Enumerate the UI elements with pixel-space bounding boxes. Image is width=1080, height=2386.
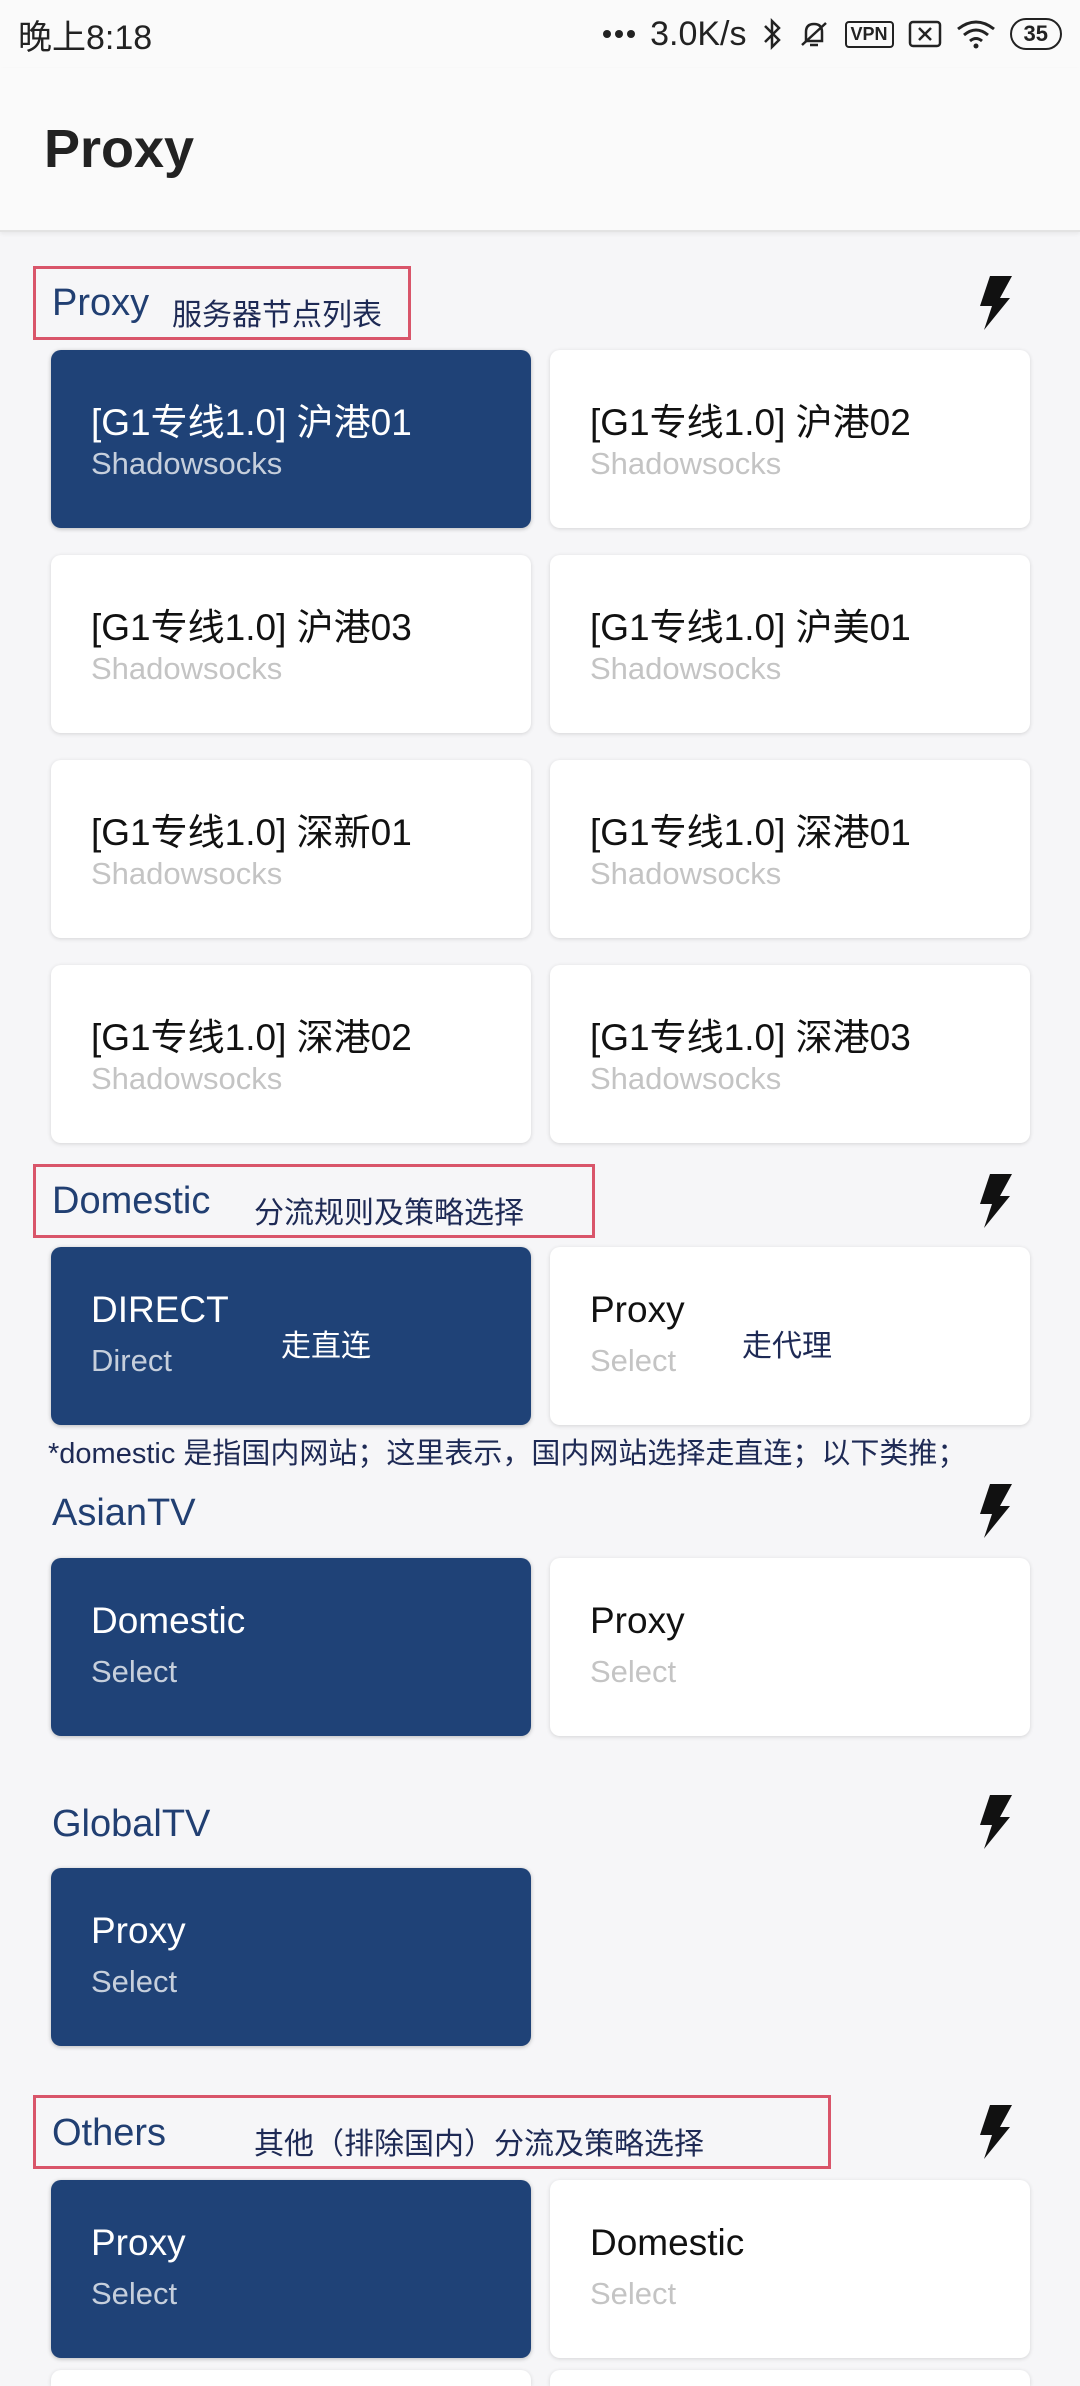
- section-title-asiantv: AsianTV: [52, 1492, 196, 1534]
- proxy-name: [G1专线1.0] 深港02: [91, 1017, 412, 1058]
- latency-test-icon[interactable]: [978, 276, 1012, 330]
- proxy-name: [G1专线1.0] 沪港03: [91, 607, 412, 648]
- proxy-card-4[interactable]: [G1专线1.0] 沪美01 Shadowsocks: [550, 555, 1030, 733]
- policy-name: Proxy: [91, 1910, 186, 1951]
- status-time: 晚上8:18: [18, 18, 153, 57]
- latency-test-icon[interactable]: [978, 1484, 1012, 1538]
- card-annotation: 走代理: [742, 1330, 832, 1363]
- asiantv-card-domestic[interactable]: Domestic Select: [51, 1558, 531, 1736]
- others-card-domestic[interactable]: Domestic Select: [550, 2180, 1030, 2358]
- proxy-type: Shadowsocks: [590, 446, 782, 481]
- proxy-name: [G1专线1.0] 深港01: [590, 812, 911, 853]
- latency-test-icon[interactable]: [978, 1795, 1012, 1849]
- app-bar: Proxy: [0, 68, 1080, 232]
- policy-type: Select: [590, 2276, 677, 2311]
- proxy-card-2[interactable]: [G1专线1.0] 沪港02 Shadowsocks: [550, 350, 1030, 528]
- network-speed: 3.0K/s: [650, 14, 747, 53]
- proxy-card-1[interactable]: [G1专线1.0] 沪港01 Shadowsocks: [51, 350, 531, 528]
- proxy-name: [G1专线1.0] 沪港02: [590, 402, 911, 443]
- latency-test-icon[interactable]: [978, 1174, 1012, 1228]
- proxy-name: [G1专线1.0] 深新01: [91, 812, 412, 853]
- proxy-card-5[interactable]: [G1专线1.0] 深新01 Shadowsocks: [51, 760, 531, 938]
- section-title-proxy: Proxy: [52, 282, 150, 324]
- latency-test-icon[interactable]: [978, 2105, 1012, 2159]
- proxy-card-7[interactable]: [G1专线1.0] 深港02 Shadowsocks: [51, 965, 531, 1143]
- asiantv-card-proxy[interactable]: Proxy Select: [550, 1558, 1030, 1736]
- policy-type: Select: [91, 1964, 178, 1999]
- policy-type: Direct: [91, 1343, 172, 1378]
- annotation-domestic: 分流规则及策略选择: [254, 1197, 524, 1230]
- proxy-type: Shadowsocks: [590, 651, 782, 686]
- proxy-name: [G1专线1.0] 沪美01: [590, 607, 911, 648]
- proxy-type: Shadowsocks: [590, 856, 782, 891]
- policy-name: Proxy: [91, 2222, 186, 2263]
- vpn-icon: VPN: [844, 20, 894, 48]
- policy-name: Domestic: [590, 2222, 745, 2263]
- card-annotation: 走直连: [281, 1330, 371, 1363]
- partial-card[interactable]: [550, 2370, 1030, 2386]
- signal-dots-icon: [602, 29, 636, 39]
- annotation-others: 其他（排除国内）分流及策略选择: [254, 2128, 704, 2161]
- proxy-card-3[interactable]: [G1专线1.0] 沪港03 Shadowsocks: [51, 555, 531, 733]
- no-sim-icon: [908, 20, 942, 48]
- proxy-type: Shadowsocks: [590, 1061, 782, 1096]
- proxy-type: Shadowsocks: [91, 1061, 283, 1096]
- domestic-footnote: *domestic 是指国内网站；这里表示，国内网站选择走直连；以下类推；: [48, 1438, 967, 1470]
- policy-name: DIRECT: [91, 1289, 229, 1330]
- policy-name: Domestic: [91, 1600, 246, 1641]
- annotation-proxy: 服务器节点列表: [172, 299, 382, 332]
- globaltv-card-proxy[interactable]: Proxy Select: [51, 1868, 531, 2046]
- proxy-type: Shadowsocks: [91, 446, 283, 481]
- proxy-name: [G1专线1.0] 沪港01: [91, 402, 412, 443]
- proxy-type: Shadowsocks: [91, 856, 283, 891]
- policy-type: Select: [590, 1343, 677, 1378]
- others-card-proxy[interactable]: Proxy Select: [51, 2180, 531, 2358]
- policy-type: Select: [590, 1654, 677, 1689]
- wifi-icon: [956, 19, 996, 49]
- policy-name: Proxy: [590, 1289, 685, 1330]
- page-title: Proxy: [44, 119, 195, 179]
- mute-icon: [797, 17, 831, 51]
- domestic-card-proxy[interactable]: Proxy Select 走代理: [550, 1247, 1030, 1425]
- proxy-card-6[interactable]: [G1专线1.0] 深港01 Shadowsocks: [550, 760, 1030, 938]
- proxy-name: [G1专线1.0] 深港03: [590, 1017, 911, 1058]
- domestic-card-direct[interactable]: DIRECT Direct 走直连: [51, 1247, 531, 1425]
- policy-name: Proxy: [590, 1600, 685, 1641]
- status-bar: 晚上8:18 3.0K/s VPN 35: [0, 0, 1080, 68]
- section-title-globaltv: GlobalTV: [52, 1803, 211, 1845]
- section-title-others: Others: [52, 2112, 167, 2154]
- partial-card[interactable]: [51, 2370, 531, 2386]
- proxy-card-8[interactable]: [G1专线1.0] 深港03 Shadowsocks: [550, 965, 1030, 1143]
- status-icons: 3.0K/s VPN 35: [602, 15, 1062, 54]
- policy-type: Select: [91, 1654, 178, 1689]
- proxy-type: Shadowsocks: [91, 651, 283, 686]
- bluetooth-icon: [761, 17, 783, 51]
- section-title-domestic: Domestic: [52, 1180, 211, 1222]
- battery-icon: 35: [1009, 18, 1062, 50]
- policy-type: Select: [91, 2276, 178, 2311]
